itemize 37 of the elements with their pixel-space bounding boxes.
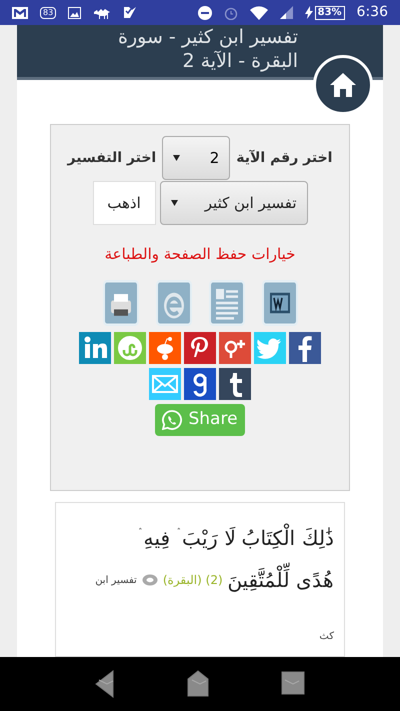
save-options-title: خيارات حفظ الصفحة والطباعة (104, 244, 296, 265)
home-icon (330, 73, 356, 97)
facebook-icon[interactable] (289, 332, 321, 364)
notification-count: 83 (40, 6, 56, 18)
verse-text: هُدًى لِّلْمُتَّقِينَ (228, 559, 334, 601)
page-title: تفسير ابن كثير - سورة (118, 25, 298, 49)
dropdown-caret-icon (173, 155, 180, 161)
verse-number-label: اختر رقم الآية (236, 148, 332, 168)
charging-icon (304, 6, 313, 19)
word-document-icon[interactable] (262, 280, 298, 326)
google-icon[interactable] (184, 368, 216, 400)
tafsir-select[interactable]: تفسير ابن كثير (160, 181, 308, 225)
verse-text: ذَٰلِكَ الْكِتَابُ لَا رَيْبَ ۛ فِيهِ ۛ (138, 517, 334, 559)
printer-icon[interactable] (102, 280, 138, 326)
mail-icon (12, 6, 28, 18)
tafsir-link[interactable]: تفسير ابن (95, 572, 137, 588)
do-not-disturb-icon (198, 6, 212, 20)
whatsapp-icon (162, 410, 182, 430)
verse-number-select[interactable]: 2 (162, 136, 230, 180)
camel-icon (93, 6, 112, 18)
alarm-icon (224, 6, 238, 20)
dropdown-caret-icon (170, 200, 178, 206)
clock: 6:36 (356, 3, 388, 22)
linkedin-icon[interactable] (79, 332, 111, 364)
tafsir-label: اختر التفسير (68, 148, 156, 168)
reddit-icon[interactable] (149, 332, 181, 364)
battery-percent: 83% (314, 6, 345, 20)
check-flag-icon (123, 6, 138, 19)
page-title: البقرة - الآية 2 (182, 49, 298, 73)
image-icon (68, 6, 82, 18)
tumblr-icon[interactable] (219, 368, 251, 400)
googleplus-icon[interactable] (219, 332, 251, 364)
pinterest-icon[interactable] (184, 332, 216, 364)
go-button[interactable]: اذهب (92, 181, 156, 225)
wifi-icon (250, 6, 268, 20)
signal-icon (280, 6, 293, 19)
tafsir-link-continuation[interactable]: كث (319, 629, 334, 644)
